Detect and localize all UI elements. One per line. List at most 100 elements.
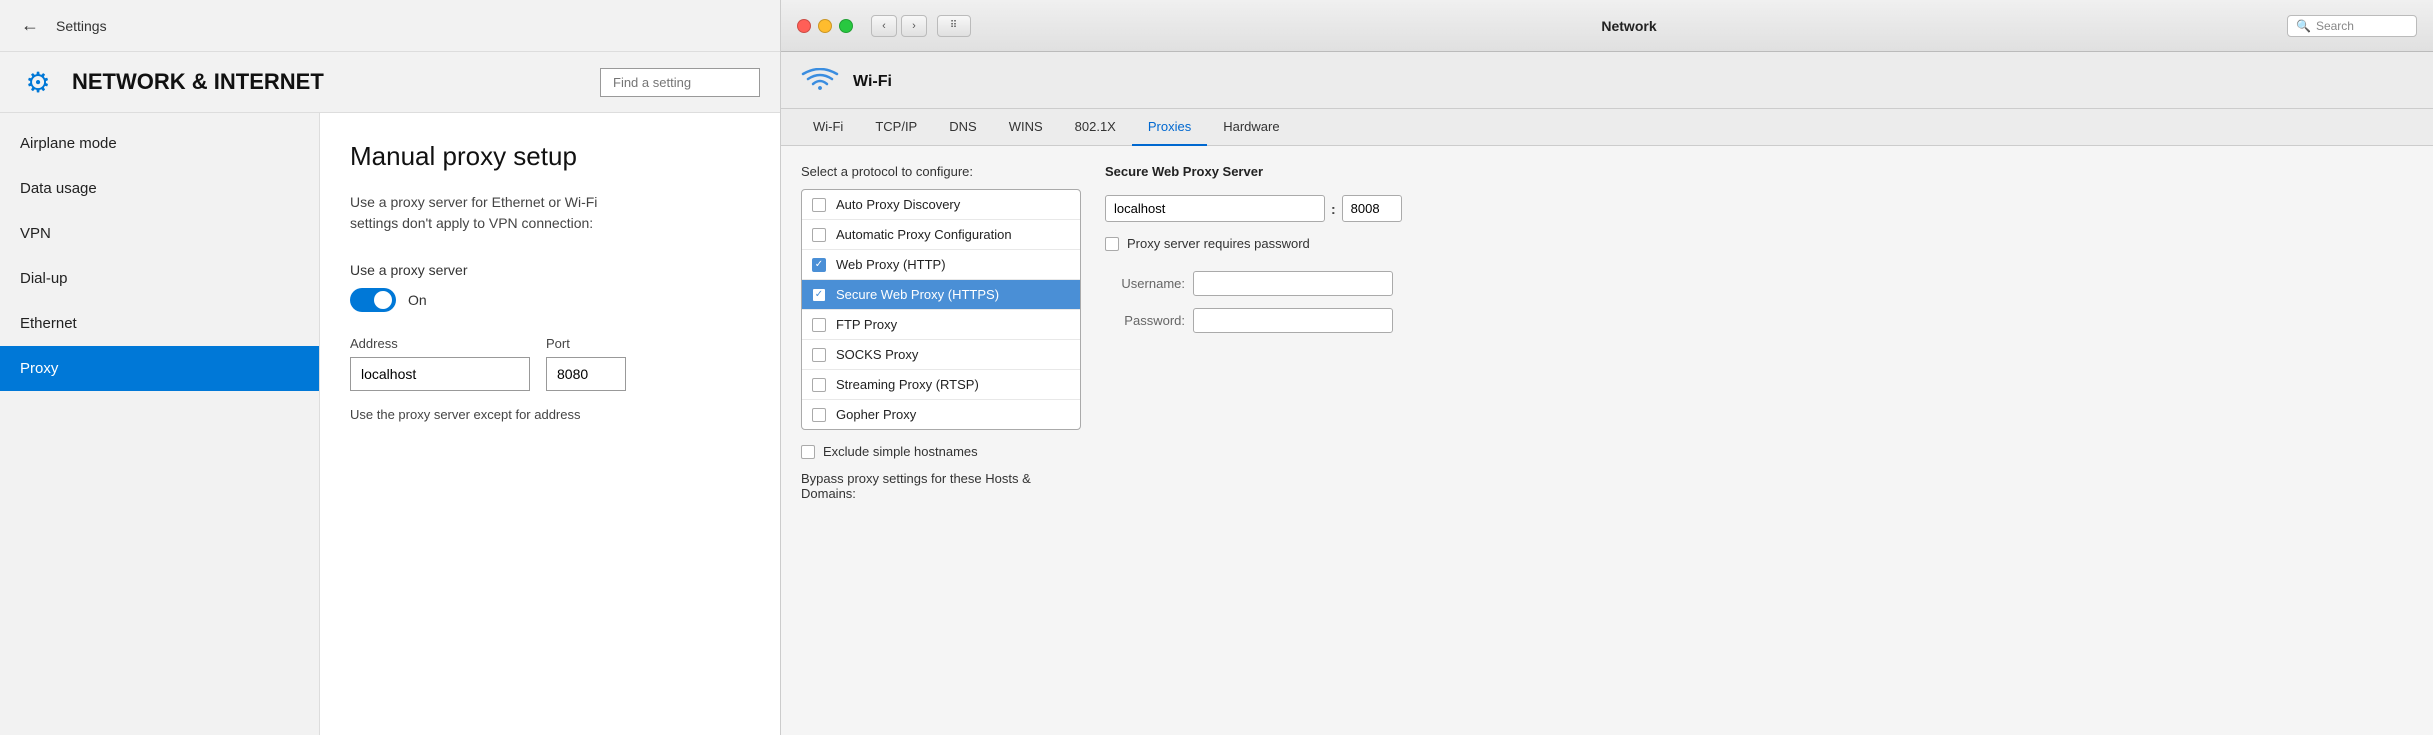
win-main-content: Manual proxy setup Use a proxy server fo…: [320, 113, 780, 735]
tab-dns[interactable]: DNS: [933, 109, 992, 146]
mac-grid-button[interactable]: ⠿: [937, 15, 971, 37]
address-input[interactable]: [350, 357, 530, 391]
password-input[interactable]: [1193, 308, 1393, 333]
mac-network-header: Wi-Fi: [781, 52, 2433, 109]
protocol-item-ftp-proxy[interactable]: FTP Proxy: [802, 310, 1080, 340]
tab-wins[interactable]: WINS: [993, 109, 1059, 146]
protocol-item-gopher-proxy[interactable]: Gopher Proxy: [802, 400, 1080, 429]
mac-minimize-button[interactable]: [818, 19, 832, 33]
mac-close-button[interactable]: [797, 19, 811, 33]
mac-content: Select a protocol to configure: Auto Pro…: [781, 146, 2433, 735]
protocol-item-web-proxy-http[interactable]: ✓ Web Proxy (HTTP): [802, 250, 1080, 280]
mac-protocol-panel: Select a protocol to configure: Auto Pro…: [801, 164, 1081, 717]
address-field-group: Address: [350, 336, 530, 391]
exclude-hostnames-checkbox[interactable]: [801, 445, 815, 459]
password-check-row[interactable]: Proxy server requires password: [1105, 236, 2413, 251]
tab-proxies[interactable]: Proxies: [1132, 109, 1207, 146]
checkbox-web-proxy-http[interactable]: ✓: [812, 258, 826, 272]
win-back-button[interactable]: ←: [16, 12, 44, 40]
sidebar-item-airplane-mode[interactable]: Airplane mode: [0, 121, 319, 166]
sidebar-item-data-usage[interactable]: Data usage: [0, 166, 319, 211]
win-titlebar: ← Settings: [0, 0, 780, 52]
checkbox-auto-proxy-config[interactable]: [812, 228, 826, 242]
server-row: :: [1105, 195, 2413, 222]
proxy-port-input[interactable]: [1342, 195, 1402, 222]
win-body: Airplane mode Data usage VPN Dial-up Eth…: [0, 113, 780, 735]
mac-maximize-button[interactable]: [839, 19, 853, 33]
tab-8021x[interactable]: 802.1X: [1059, 109, 1132, 146]
protocol-item-socks-proxy[interactable]: SOCKS Proxy: [802, 340, 1080, 370]
tab-wifi[interactable]: Wi-Fi: [797, 109, 859, 146]
sidebar-item-ethernet[interactable]: Ethernet: [0, 301, 319, 346]
main-description: Use a proxy server for Ethernet or Wi-Fi…: [350, 192, 750, 234]
protocol-item-auto-proxy-discovery[interactable]: Auto Proxy Discovery: [802, 190, 1080, 220]
checkbox-gopher-proxy[interactable]: [812, 408, 826, 422]
mac-tabs: Wi-Fi TCP/IP DNS WINS 802.1X Proxies Har…: [781, 109, 2433, 146]
toggle-on-label: On: [408, 292, 427, 308]
address-label: Address: [350, 336, 530, 351]
bypass-label: Bypass proxy settings for these Hosts & …: [801, 471, 1081, 501]
protocol-label-socks-proxy: SOCKS Proxy: [836, 347, 918, 362]
password-label: Password:: [1105, 313, 1185, 328]
port-label: Port: [546, 336, 626, 351]
checkbox-socks-proxy[interactable]: [812, 348, 826, 362]
toggle-group: On: [350, 288, 750, 312]
sidebar-item-vpn[interactable]: VPN: [0, 211, 319, 256]
checkbox-streaming-proxy[interactable]: [812, 378, 826, 392]
mac-nav-buttons: ‹ ›: [871, 15, 927, 37]
protocol-item-auto-proxy-config[interactable]: Automatic Proxy Configuration: [802, 220, 1080, 250]
protocol-item-secure-web-proxy[interactable]: ✓ Secure Web Proxy (HTTPS): [802, 280, 1080, 310]
exclude-hostnames-label: Exclude simple hostnames: [823, 444, 978, 459]
use-proxy-label: Use a proxy server: [350, 262, 750, 278]
mac-proxy-config: Secure Web Proxy Server : Proxy server r…: [1105, 164, 2413, 717]
sidebar-item-dial-up[interactable]: Dial-up: [0, 256, 319, 301]
password-field-group: Password:: [1105, 308, 2413, 333]
proxy-config-title: Secure Web Proxy Server: [1105, 164, 2413, 179]
username-label: Username:: [1105, 276, 1185, 291]
password-required-checkbox[interactable]: [1105, 237, 1119, 251]
win-header: ⚙ NETWORK & INTERNET: [0, 52, 780, 113]
toggle-knob: [374, 291, 392, 309]
port-field-group: Port: [546, 336, 626, 391]
protocol-label-web-proxy-http: Web Proxy (HTTP): [836, 257, 946, 272]
mac-network-panel: ‹ › ⠿ Network 🔍 Search Wi-Fi Wi-Fi TCP/I…: [780, 0, 2433, 735]
protocol-list-box: Auto Proxy Discovery Automatic Proxy Con…: [801, 189, 1081, 430]
mac-network-name: Wi-Fi: [853, 73, 892, 91]
gear-icon: ⚙: [20, 64, 56, 100]
tab-tcpip[interactable]: TCP/IP: [859, 109, 933, 146]
checkbox-secure-web-proxy[interactable]: ✓: [812, 288, 826, 302]
sidebar-item-proxy[interactable]: Proxy: [0, 346, 319, 391]
mac-back-button[interactable]: ‹: [871, 15, 897, 37]
use-proxy-toggle-row: Use a proxy server On: [350, 262, 750, 312]
proxy-server-input[interactable]: [1105, 195, 1325, 222]
tab-hardware[interactable]: Hardware: [1207, 109, 1295, 146]
main-title: Manual proxy setup: [350, 141, 750, 172]
mac-search-icon: 🔍: [2296, 19, 2311, 33]
section-title: NETWORK & INTERNET: [72, 69, 324, 95]
win-title: Settings: [56, 18, 107, 34]
mac-forward-button[interactable]: ›: [901, 15, 927, 37]
address-port-row: Address Port: [350, 336, 750, 391]
find-setting-input[interactable]: [600, 68, 760, 97]
protocol-label-auto-proxy-config: Automatic Proxy Configuration: [836, 227, 1012, 242]
username-field-group: Username:: [1105, 271, 2413, 296]
mac-titlebar: ‹ › ⠿ Network 🔍 Search: [781, 0, 2433, 52]
username-input[interactable]: [1193, 271, 1393, 296]
win-sidebar: Airplane mode Data usage VPN Dial-up Eth…: [0, 113, 320, 735]
mac-window-title: Network: [981, 18, 2277, 34]
proxy-toggle-switch[interactable]: [350, 288, 396, 312]
checkbox-ftp-proxy[interactable]: [812, 318, 826, 332]
mac-bottom-checks: Exclude simple hostnames Bypass proxy se…: [801, 444, 1081, 501]
exclude-hostnames-row[interactable]: Exclude simple hostnames: [801, 444, 1081, 459]
proxy-footer-text: Use the proxy server except for address: [350, 407, 750, 422]
mac-search-box[interactable]: 🔍 Search: [2287, 15, 2417, 37]
windows-settings-panel: ← Settings ⚙ NETWORK & INTERNET Airplane…: [0, 0, 780, 735]
protocol-label-ftp-proxy: FTP Proxy: [836, 317, 897, 332]
protocol-panel-label: Select a protocol to configure:: [801, 164, 1081, 179]
protocol-label-streaming-proxy: Streaming Proxy (RTSP): [836, 377, 979, 392]
port-input[interactable]: [546, 357, 626, 391]
protocol-label-auto-proxy: Auto Proxy Discovery: [836, 197, 960, 212]
checkbox-auto-proxy[interactable]: [812, 198, 826, 212]
wifi-icon: [801, 68, 839, 96]
protocol-item-streaming-proxy[interactable]: Streaming Proxy (RTSP): [802, 370, 1080, 400]
